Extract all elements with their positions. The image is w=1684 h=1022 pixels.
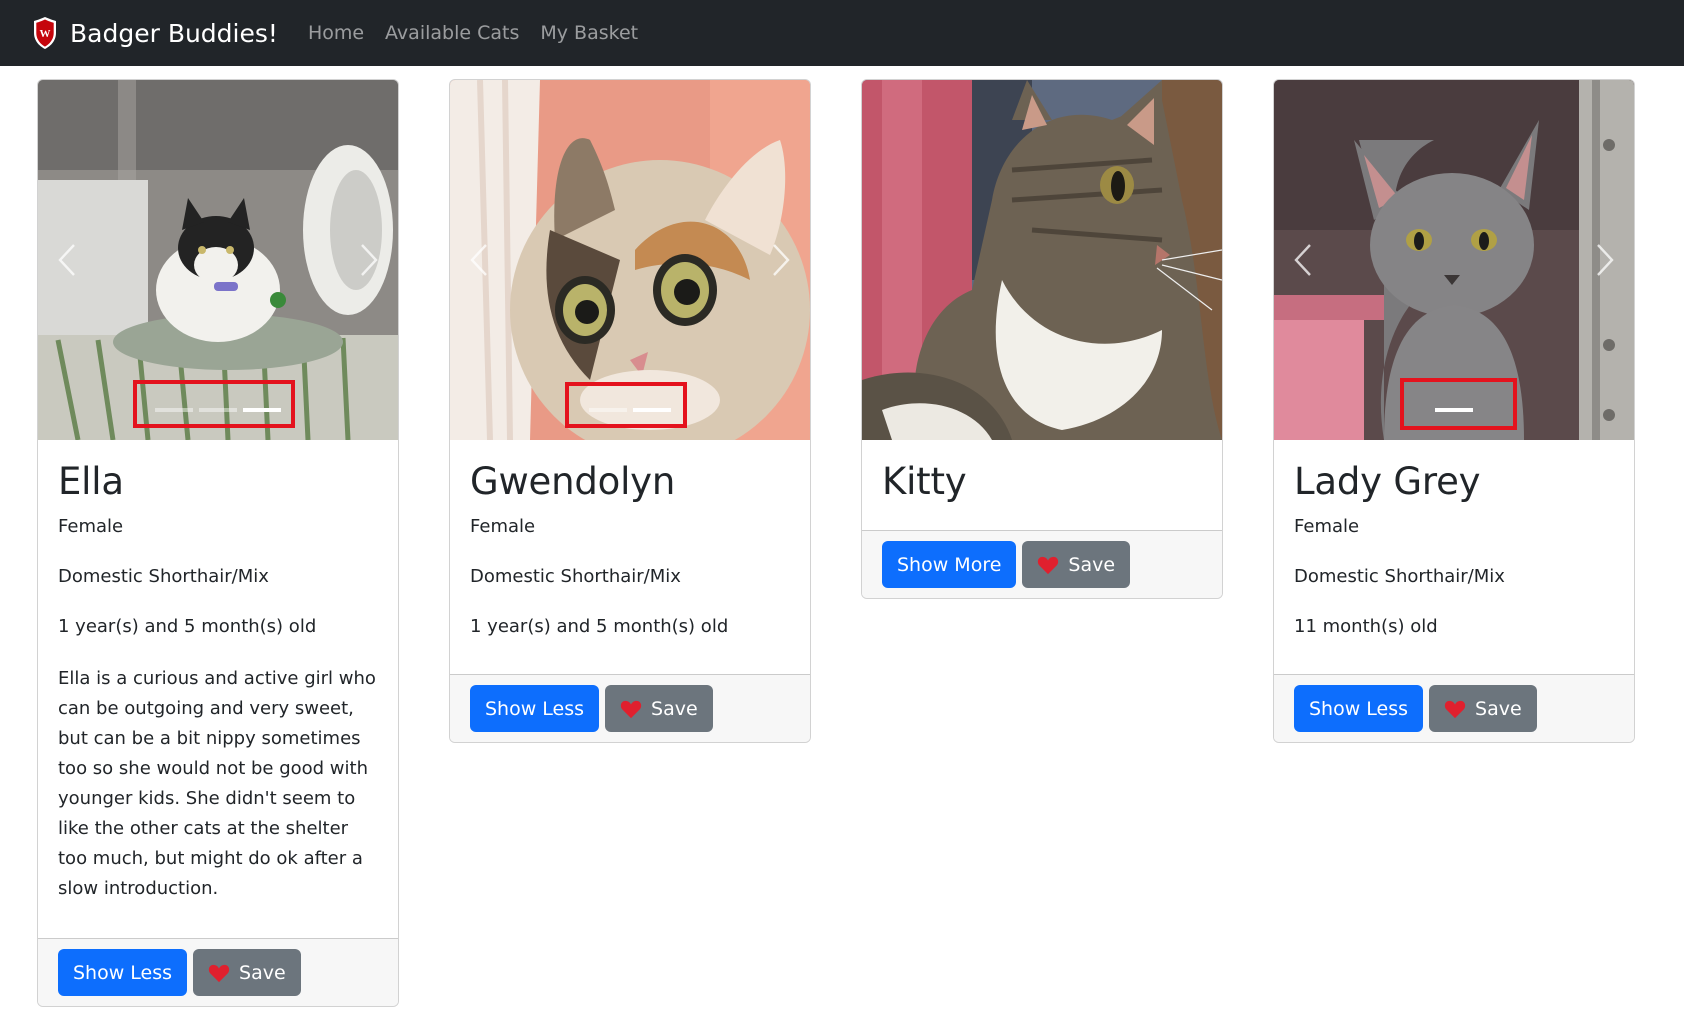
cat-gender: Female bbox=[1294, 516, 1360, 537]
cat-age: 11 month(s) old bbox=[1294, 616, 1438, 637]
cat-name: Kitty bbox=[882, 460, 967, 503]
cat-age: 1 year(s) and 5 month(s) old bbox=[58, 616, 317, 637]
show-less-button[interactable]: Show Less bbox=[470, 685, 600, 732]
card-body: Lady Grey Female Domestic Shorthair/Mix … bbox=[1274, 440, 1634, 640]
photo-carousel bbox=[450, 80, 810, 440]
cat-name: Ella bbox=[58, 460, 124, 503]
carousel-next-button[interactable] bbox=[1590, 243, 1620, 277]
save-button[interactable]: Save bbox=[1022, 541, 1131, 588]
save-button[interactable]: Save bbox=[1429, 685, 1537, 732]
card-footer: Show Less Save bbox=[450, 674, 810, 742]
cat-card-lady-grey: Lady Grey Female Domestic Shorthair/Mix … bbox=[1273, 79, 1635, 743]
carousel-prev-button[interactable] bbox=[1288, 243, 1318, 277]
highlight-box bbox=[565, 382, 687, 428]
cat-card-ella: Ella Female Domestic Shorthair/Mix 1 yea… bbox=[37, 79, 399, 1007]
navbar: W Badger Buddies! Home Available Cats My… bbox=[0, 0, 1684, 66]
save-label: Save bbox=[1068, 553, 1116, 576]
save-label: Save bbox=[651, 697, 698, 720]
chevron-right-icon bbox=[773, 244, 790, 276]
cat-gender: Female bbox=[58, 516, 124, 537]
brand-title: Badger Buddies! bbox=[70, 18, 278, 48]
heart-icon bbox=[208, 964, 230, 982]
highlight-box bbox=[1400, 378, 1517, 430]
cat-name: Lady Grey bbox=[1294, 460, 1481, 503]
carousel-next-button[interactable] bbox=[354, 243, 384, 277]
show-less-button[interactable]: Show Less bbox=[1294, 685, 1424, 732]
chevron-right-icon bbox=[1597, 244, 1614, 276]
save-button[interactable]: Save bbox=[605, 685, 713, 732]
heart-icon bbox=[1038, 556, 1059, 574]
nav-available-cats[interactable]: Available Cats bbox=[385, 22, 519, 44]
carousel-prev-button[interactable] bbox=[52, 243, 82, 277]
nav-home[interactable]: Home bbox=[308, 22, 364, 44]
card-body: Kitty bbox=[862, 440, 1222, 504]
cat-photo-container bbox=[862, 80, 1222, 440]
card-body: Ella Female Domestic Shorthair/Mix 1 yea… bbox=[38, 440, 398, 904]
cat-breed: Domestic Shorthair/Mix bbox=[1294, 566, 1505, 587]
carousel-prev-button[interactable] bbox=[464, 243, 494, 277]
cat-name: Gwendolyn bbox=[470, 460, 676, 503]
chevron-left-icon bbox=[1294, 244, 1311, 276]
highlight-box bbox=[133, 380, 295, 428]
chevron-right-icon bbox=[361, 244, 378, 276]
chevron-left-icon bbox=[470, 244, 487, 276]
cat-description: Ella is a curious and active girl who ca… bbox=[58, 668, 376, 899]
cat-age: 1 year(s) and 5 month(s) old bbox=[470, 616, 729, 637]
svg-text:W: W bbox=[40, 28, 51, 40]
carousel-next-button[interactable] bbox=[766, 243, 796, 277]
show-less-button[interactable]: Show Less bbox=[58, 949, 188, 996]
card-body: Gwendolyn Female Domestic Shorthair/Mix … bbox=[450, 440, 810, 640]
save-label: Save bbox=[1475, 697, 1522, 720]
cat-breed: Domestic Shorthair/Mix bbox=[470, 566, 681, 587]
card-footer: Show More Save bbox=[862, 530, 1222, 598]
nav-my-basket[interactable]: My Basket bbox=[540, 22, 638, 44]
card-footer: Show Less Save bbox=[1274, 674, 1634, 742]
cat-gender: Female bbox=[470, 516, 536, 537]
cat-photo bbox=[862, 80, 1222, 440]
heart-icon bbox=[620, 700, 642, 718]
save-label: Save bbox=[239, 961, 286, 984]
cat-breed: Domestic Shorthair/Mix bbox=[58, 566, 269, 587]
uw-crest-logo: W bbox=[34, 17, 56, 49]
cat-card-kitty: Kitty Show More Save bbox=[861, 79, 1223, 599]
show-more-button[interactable]: Show More bbox=[882, 541, 1017, 588]
heart-icon bbox=[1444, 700, 1466, 718]
photo-carousel bbox=[1274, 80, 1634, 440]
chevron-left-icon bbox=[58, 244, 75, 276]
cat-card-gwendolyn: Gwendolyn Female Domestic Shorthair/Mix … bbox=[449, 79, 811, 743]
save-button[interactable]: Save bbox=[193, 949, 301, 996]
card-footer: Show Less Save bbox=[38, 938, 398, 1006]
brand-link[interactable]: W Badger Buddies! bbox=[32, 16, 308, 50]
photo-carousel bbox=[38, 80, 398, 440]
